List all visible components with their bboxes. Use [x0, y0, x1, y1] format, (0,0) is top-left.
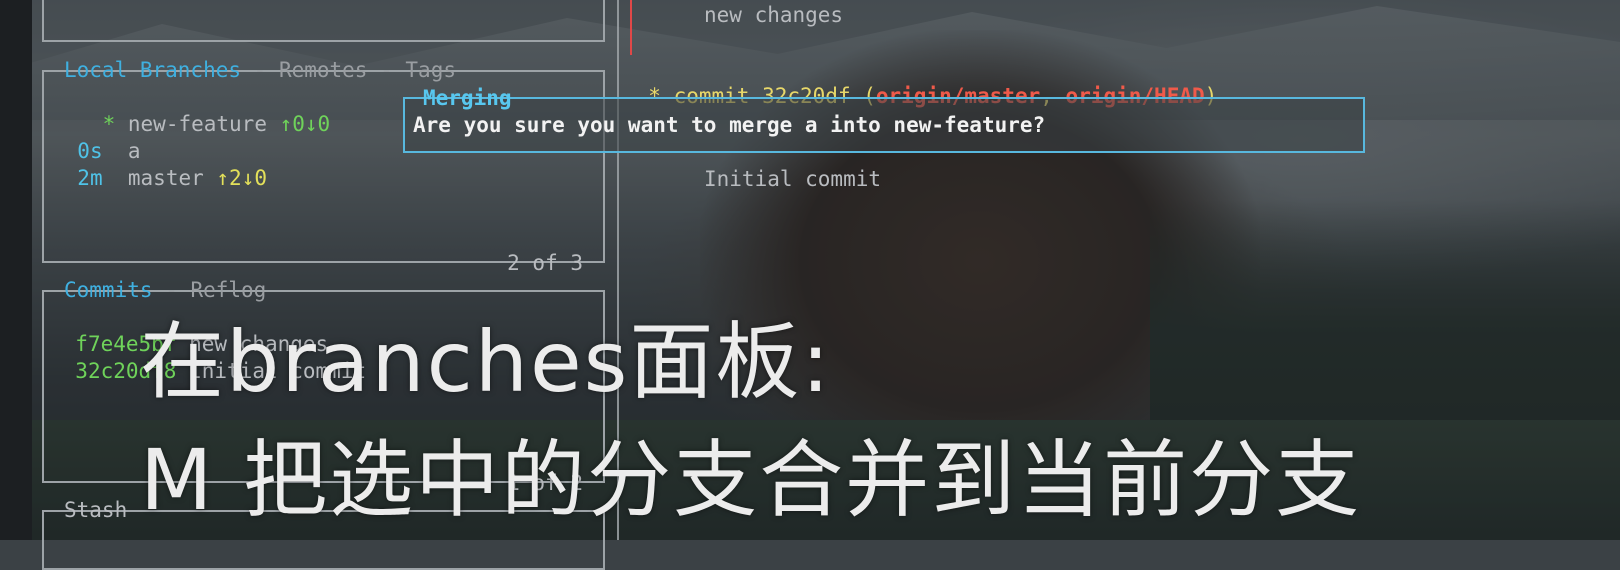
branch-sync-status: ↑2↓0 [216, 166, 267, 190]
merge-confirm-dialog[interactable]: Merging Are you sure you want to merge a… [403, 86, 1365, 153]
dialog-message: Are you sure you want to merge a into ne… [413, 113, 1046, 137]
tab-remotes[interactable]: Remotes [279, 58, 368, 82]
commit-graph-line [630, 0, 632, 55]
branches-panel-title: Local Branches - Remotes - Tags [64, 58, 456, 82]
status-panel[interactable] [42, 0, 605, 42]
branches-panel-counter: 2 of 3 [507, 251, 583, 275]
dialog-title: Merging [423, 86, 512, 110]
subtitle-line-2: M 把选中的分支合并到当前分支 [140, 431, 1362, 529]
branch-sync-status: ↑0↓0 [279, 112, 331, 136]
tab-commits[interactable]: Commits [64, 278, 153, 302]
left-edge [0, 0, 32, 540]
tab-reflog[interactable]: Reflog [190, 278, 266, 302]
stash-panel-title: Stash [64, 498, 128, 522]
main-view-message: new changes [704, 3, 844, 27]
main-view-body: Initial commit [704, 167, 882, 191]
branch-item-master[interactable]: 2m master ↑2↓0 [52, 138, 267, 192]
subtitle-line-1: 在branches面板: [140, 313, 832, 411]
commits-panel-title: Commits - Reflog [64, 278, 267, 302]
branch-age: 2m [77, 166, 116, 190]
branch-name: master [127, 166, 204, 190]
tab-tags[interactable]: Tags [405, 58, 456, 82]
branch-name: new-feature [127, 112, 267, 136]
tab-local-branches[interactable]: Local Branches [64, 58, 241, 82]
